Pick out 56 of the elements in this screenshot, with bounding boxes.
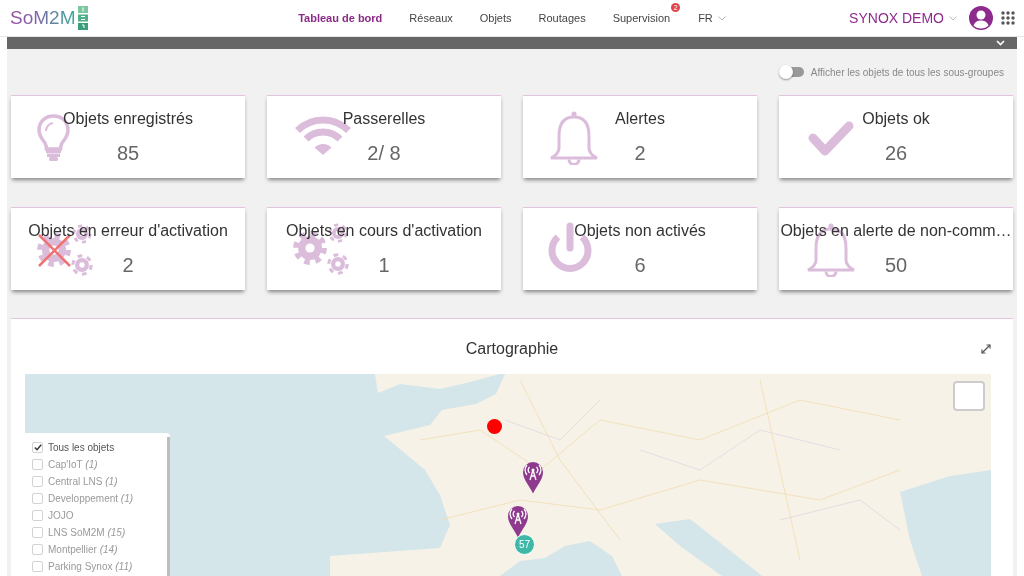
account-dropdown[interactable]: SYNOX DEMO	[849, 10, 957, 26]
card-value: 6	[634, 253, 646, 277]
bell-icon	[548, 110, 600, 165]
checkmark-icon	[807, 120, 854, 157]
checkbox[interactable]	[32, 561, 43, 572]
apps-grid-icon[interactable]	[1001, 11, 1015, 25]
map-pin-icon[interactable]	[507, 505, 529, 538]
nav-link[interactable]: Supervision	[612, 12, 671, 24]
legend-item-label[interactable]: Parking Synox (11)	[48, 561, 133, 572]
toggle-switch[interactable]	[779, 67, 804, 77]
card-title: Objets en erreur d'activation	[28, 221, 228, 241]
map-control-button[interactable]	[953, 381, 985, 411]
card-value: 1	[378, 253, 390, 277]
legend-item-label[interactable]: Montpellier (14)	[48, 544, 118, 555]
language-dropdown[interactable]: FR	[698, 12, 726, 24]
card-title: Objets non activés	[574, 221, 706, 241]
legend-item-label[interactable]: Developpement (1)	[48, 493, 134, 504]
map-dot-icon[interactable]	[487, 419, 502, 434]
legend-item-label[interactable]: Central LNS (1)	[48, 476, 118, 487]
card-value: 85	[116, 141, 140, 165]
legend-item-label[interactable]: LNS SoM2M (15)	[48, 527, 126, 538]
card-title: Objets enregistrés	[63, 109, 193, 129]
checkbox[interactable]	[32, 493, 43, 504]
card-value: 2	[634, 141, 646, 165]
card-title: Alertes	[615, 109, 665, 129]
card-value: 26	[884, 141, 908, 165]
caret-icon	[949, 15, 957, 21]
caret-icon	[717, 15, 726, 21]
map-pin-icon[interactable]	[522, 461, 544, 494]
legend-item-label[interactable]: Cap'IoT (1)	[48, 459, 98, 470]
card-title: Objets en cours d'activation	[285, 221, 482, 241]
card-value: 50	[884, 253, 908, 277]
card-value: 2	[122, 253, 134, 277]
checkbox[interactable]	[32, 510, 43, 521]
logo-mark-icon	[78, 6, 89, 30]
scrollbar[interactable]	[167, 437, 170, 576]
avatar-icon[interactable]	[969, 6, 993, 30]
panel-title: Cartographie	[465, 339, 559, 358]
card-title: Objets en alerte de non-comm…	[780, 221, 1012, 241]
checkbox[interactable]	[32, 544, 43, 555]
nav-link[interactable]: Routages	[538, 12, 586, 24]
checkbox[interactable]	[32, 459, 43, 470]
card-title: Passerelles	[342, 109, 426, 129]
nav-link[interactable]: Tableau de bord	[298, 12, 383, 24]
checkbox[interactable]	[32, 527, 43, 538]
checkbox[interactable]	[32, 442, 43, 453]
legend-item-label[interactable]: JOJO	[48, 510, 74, 521]
legend-item-label[interactable]: Tous les objets	[48, 442, 115, 453]
card-value: 2/ 8	[367, 141, 401, 165]
checkbox[interactable]	[32, 476, 43, 487]
toggle-label: Afficher les objets de tous les sous-groupes	[810, 66, 1004, 78]
expand-icon[interactable]	[981, 344, 991, 354]
card-title: Objets ok	[862, 109, 930, 129]
nav-link[interactable]: Objets	[479, 12, 512, 24]
chevron-down-icon[interactable]	[996, 40, 1005, 46]
nav-link[interactable]: Réseaux	[409, 12, 453, 24]
